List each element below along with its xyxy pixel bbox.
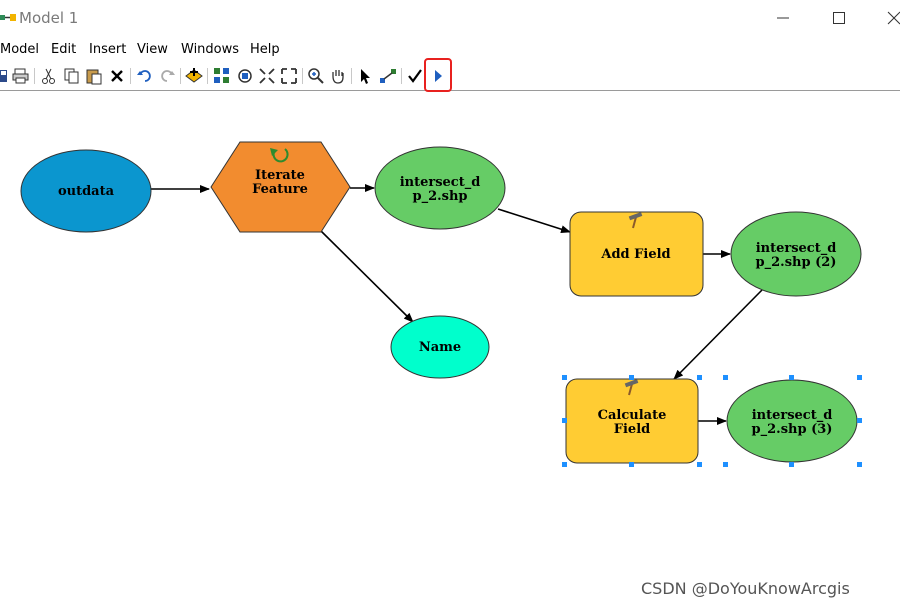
selection-handle[interactable] — [629, 375, 634, 380]
add-field-label: Add Field — [600, 247, 670, 262]
iterate-label-line1: Iterate — [255, 168, 305, 183]
auto-layout-icon[interactable] — [213, 67, 231, 85]
toolbar-separator — [401, 68, 402, 84]
selection-handle[interactable] — [723, 375, 728, 380]
selection-handle[interactable] — [562, 375, 567, 380]
node-outdata[interactable]: outdata — [20, 149, 152, 233]
redo-icon[interactable] — [158, 67, 176, 85]
toolbar-separator — [130, 68, 131, 84]
full-extent-icon[interactable] — [236, 67, 254, 85]
minimize-button[interactable] — [771, 6, 795, 30]
maximize-button[interactable] — [827, 6, 851, 30]
menu-insert[interactable]: Insert — [89, 42, 126, 57]
selection-handle[interactable] — [857, 462, 862, 467]
undo-icon[interactable] — [136, 67, 154, 85]
toolbar-separator — [351, 68, 352, 84]
node-calculate-field[interactable]: Calculate Field — [565, 378, 699, 464]
selection-handle[interactable] — [789, 462, 794, 467]
model-diagram: outdata Iterate Feature intersect_d p_2.… — [20, 141, 862, 467]
outdata-label: outdata — [58, 184, 115, 199]
run-button-highlight — [424, 58, 452, 92]
model-app-icon — [0, 10, 16, 26]
selection-handle[interactable] — [857, 418, 862, 423]
window-title: Model 1 — [19, 9, 79, 27]
intersect-1-label-line1: intersect_d — [400, 175, 481, 190]
zoom-in-icon[interactable] — [307, 67, 325, 85]
menu-windows[interactable]: Windows — [181, 42, 239, 57]
node-intersect-2[interactable]: intersect_d p_2.shp (2) — [730, 211, 862, 297]
name-label: Name — [419, 340, 461, 355]
validate-icon[interactable] — [406, 67, 424, 85]
zoom-in-fixed-icon[interactable] — [258, 67, 276, 85]
menu-bar: Model Edit Insert View Windows Help — [0, 40, 900, 60]
iterate-label-line2: Feature — [252, 182, 308, 197]
connector-intersect2-calcfield[interactable] — [673, 289, 763, 380]
cut-icon[interactable] — [40, 67, 58, 85]
node-iterate-feature[interactable]: Iterate Feature — [210, 141, 351, 233]
model-canvas[interactable]: outdata Iterate Feature intersect_d p_2.… — [0, 91, 900, 608]
add-data-icon[interactable] — [185, 67, 203, 85]
toolbar-separator — [34, 68, 35, 84]
paste-icon[interactable] — [85, 67, 103, 85]
selection-handle[interactable] — [562, 418, 567, 423]
toolbar-separator — [207, 68, 208, 84]
calculate-field-label-line2: Field — [614, 422, 650, 437]
intersect-1-label-line2: p_2.shp — [412, 189, 467, 204]
copy-icon[interactable] — [63, 67, 81, 85]
intersect-3-label-line2: p_2.shp (3) — [752, 422, 833, 437]
toolbar-separator — [180, 68, 181, 84]
node-add-field[interactable]: Add Field — [569, 211, 704, 297]
selection-handle[interactable] — [697, 375, 702, 380]
close-button[interactable] — [882, 6, 900, 30]
print-icon[interactable] — [12, 67, 30, 85]
watermark-text: CSDN @DoYouKnowArcgis — [641, 579, 850, 598]
select-icon[interactable] — [357, 67, 375, 85]
pan-icon[interactable] — [329, 67, 347, 85]
intersect-3-label-line1: intersect_d — [752, 408, 833, 423]
selection-handle[interactable] — [562, 462, 567, 467]
selection-handle[interactable] — [723, 462, 728, 467]
menu-model[interactable]: Model — [0, 42, 39, 57]
intersect-2-label-line1: intersect_d — [756, 241, 837, 256]
title-bar: Model 1 — [0, 0, 900, 38]
calculate-field-label-line1: Calculate — [598, 408, 667, 423]
connector-iterate-name[interactable] — [320, 230, 414, 323]
node-intersect-3[interactable]: intersect_d p_2.shp (3) — [726, 379, 858, 463]
connector-intersect1-addfield[interactable] — [497, 208, 571, 234]
node-name[interactable]: Name — [390, 315, 490, 379]
intersect-2-label-line2: p_2.shp (2) — [756, 255, 837, 270]
selection-handle[interactable] — [857, 375, 862, 380]
selection-handle[interactable] — [789, 375, 794, 380]
node-intersect-1[interactable]: intersect_d p_2.shp — [374, 146, 506, 230]
zoom-out-fixed-icon[interactable] — [280, 67, 298, 85]
selection-handle[interactable] — [697, 462, 702, 467]
menu-help[interactable]: Help — [250, 42, 280, 57]
selection-handle[interactable] — [629, 462, 634, 467]
connect-icon[interactable] — [379, 67, 397, 85]
delete-icon[interactable] — [108, 67, 126, 85]
menu-edit[interactable]: Edit — [51, 42, 76, 57]
toolbar-separator — [302, 68, 303, 84]
menu-view[interactable]: View — [137, 42, 168, 57]
